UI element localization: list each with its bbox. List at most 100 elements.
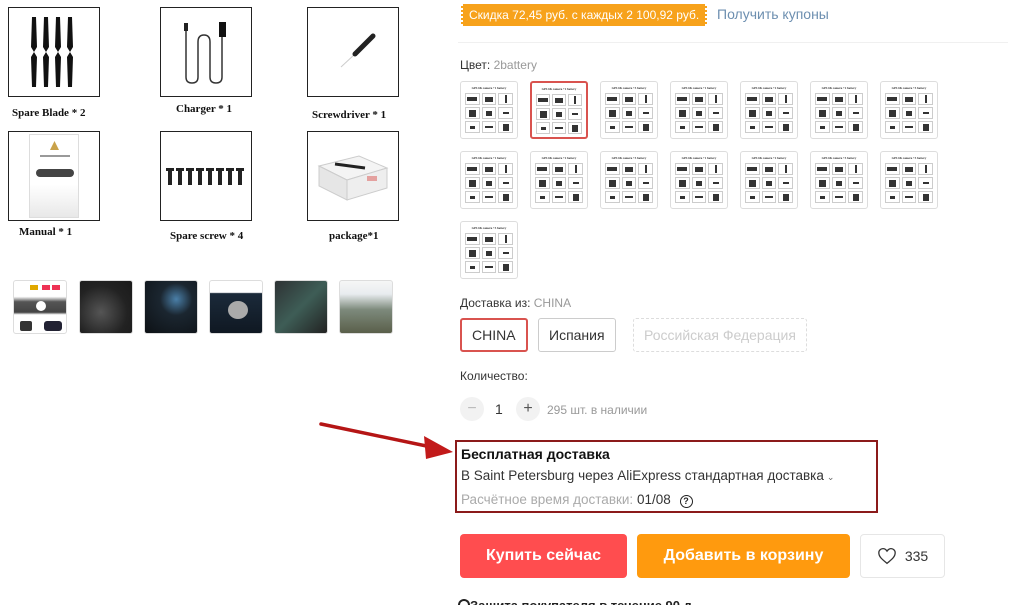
accessory-label: Manual * 1 — [19, 226, 73, 238]
swatch-item-icon — [535, 163, 550, 175]
swatch-item-icon — [745, 163, 760, 175]
swatch-item-icon — [778, 177, 793, 189]
swatch-item-icon — [498, 163, 513, 175]
swatch-item-icon — [708, 107, 723, 119]
shield-icon — [458, 599, 470, 605]
swatch-contents-grid — [815, 163, 863, 203]
swatch-item-icon — [815, 191, 830, 203]
swatch-contents-grid — [605, 163, 653, 203]
swatch-item-icon — [465, 261, 480, 273]
swatch-title: GPS 6K camera +1 battery — [681, 86, 717, 90]
swatch-item-icon — [918, 163, 933, 175]
thumbnail-drone-camera-lens[interactable] — [144, 280, 198, 334]
swatch-item-icon — [621, 107, 637, 119]
chevron-down-icon: ⌄ — [826, 472, 835, 482]
buy-now-button[interactable]: Купить сейчас — [460, 534, 627, 578]
ship-from-russia-button[interactable]: Российская Федерация — [633, 318, 807, 352]
accessory-label: Spare Blade * 2 — [12, 107, 86, 119]
screws-image — [160, 131, 252, 221]
get-coupons-link[interactable]: Получить купоны — [717, 6, 829, 22]
package-box-image — [307, 131, 399, 221]
swatch-item-icon — [901, 177, 917, 189]
swatch-item-icon — [778, 93, 793, 105]
swatch-item-icon — [568, 163, 583, 175]
color-swatch[interactable]: GPS 6K camera +2 battery — [530, 81, 588, 139]
swatch-item-icon — [691, 93, 707, 105]
swatch-item-icon — [918, 177, 933, 189]
ship-from-china-button[interactable]: CHINA — [460, 318, 528, 352]
color-swatch[interactable]: GPS 6K camera +1 battery — [460, 151, 518, 209]
swatch-item-icon — [498, 233, 513, 245]
quantity-value[interactable]: 1 — [495, 401, 503, 417]
color-swatch[interactable]: GPS 6K camera +2 battery — [740, 151, 798, 209]
add-to-cart-button[interactable]: Добавить в корзину — [637, 534, 850, 578]
color-swatch[interactable]: GPS 6K camera +1 battery — [670, 81, 728, 139]
swatch-item-icon — [745, 177, 760, 189]
swatch-item-icon — [675, 163, 690, 175]
swatch-item-icon — [568, 108, 582, 120]
shipping-from-label: Доставка из: CHINA — [460, 296, 571, 310]
swatch-item-icon — [885, 177, 900, 189]
swatch-item-icon — [465, 233, 480, 245]
swatch-item-icon — [831, 121, 847, 133]
swatch-item-icon — [918, 121, 933, 133]
color-swatch[interactable]: GPS 6K camera +3 battery — [880, 151, 938, 209]
color-swatch[interactable]: GPS 6K camera +3 battery — [880, 81, 938, 139]
help-icon[interactable]: ? — [679, 495, 693, 508]
swatch-item-icon — [465, 177, 480, 189]
swatch-item-icon — [885, 191, 900, 203]
thumbnail-drone-arm-detail[interactable] — [274, 280, 328, 334]
shipping-from-label-text: Доставка из: — [460, 296, 531, 310]
swatch-item-icon — [481, 107, 497, 119]
swatch-item-icon — [568, 94, 582, 106]
swatch-item-icon — [675, 93, 690, 105]
swatch-item-icon — [761, 177, 777, 189]
ship-from-spain-button[interactable]: Испания — [538, 318, 616, 352]
swatch-item-icon — [535, 191, 550, 203]
color-swatch[interactable]: GPS 6K camera +3 battery — [810, 151, 868, 209]
swatch-contents-grid — [675, 93, 723, 133]
swatch-item-icon — [848, 177, 863, 189]
color-swatch[interactable]: GPS 6K camera +3 battery — [600, 81, 658, 139]
swatch-item-icon — [568, 122, 582, 134]
swatch-item-icon — [605, 191, 620, 203]
propeller-blades-image — [8, 7, 100, 97]
thumbnail-drone-outdoor-scene[interactable] — [339, 280, 393, 334]
delivery-route-selector[interactable]: В Saint Petersburg через AliExpress стан… — [461, 468, 834, 483]
color-swatch[interactable]: GPS 6K camera +2 battery — [810, 81, 868, 139]
color-swatch[interactable]: GPS 6K camera +3 battery — [460, 221, 518, 279]
swatch-item-icon — [621, 121, 637, 133]
color-swatch[interactable]: GPS 6K camera +2 battery — [740, 81, 798, 139]
thumbnail-drone-dark-closeup[interactable] — [79, 280, 133, 334]
quantity-plus-button[interactable]: + — [516, 397, 540, 421]
swatch-item-icon — [481, 191, 497, 203]
swatch-item-icon — [831, 191, 847, 203]
quantity-minus-button[interactable]: − — [460, 397, 484, 421]
thumbnail-drone-with-controller[interactable] — [13, 280, 67, 334]
swatch-title: GPS 6K camera +2 battery — [751, 156, 787, 160]
swatch-item-icon — [638, 191, 653, 203]
swatch-item-icon — [761, 191, 777, 203]
delivery-eta: Расчётное время доставки: 01/08 ? — [461, 492, 693, 508]
thumbnail-drone-gimbal-camera[interactable] — [209, 280, 263, 334]
swatch-item-icon — [498, 191, 513, 203]
swatch-item-icon — [498, 93, 513, 105]
swatch-item-icon — [481, 121, 497, 133]
swatch-item-icon — [621, 163, 637, 175]
swatch-item-icon — [901, 107, 917, 119]
color-swatch[interactable]: GPS 6K camera +2 battery — [530, 151, 588, 209]
color-swatch[interactable]: GPS 6K camera +1 battery — [670, 151, 728, 209]
wishlist-button[interactable]: 335 — [860, 534, 945, 578]
swatch-item-icon — [901, 121, 917, 133]
swatch-item-icon — [536, 94, 550, 106]
swatch-item-icon — [901, 93, 917, 105]
swatch-item-icon — [621, 191, 637, 203]
swatch-item-icon — [848, 107, 863, 119]
swatch-item-icon — [605, 177, 620, 189]
swatch-item-icon — [638, 121, 653, 133]
swatch-item-icon — [621, 177, 637, 189]
delivery-info-box: Бесплатная доставка В Saint Petersburg ч… — [455, 440, 878, 513]
color-swatch[interactable]: GPS 6K camera +3 battery — [600, 151, 658, 209]
swatch-item-icon — [568, 177, 583, 189]
color-swatch[interactable]: GPS 6K camera +1 battery — [460, 81, 518, 139]
